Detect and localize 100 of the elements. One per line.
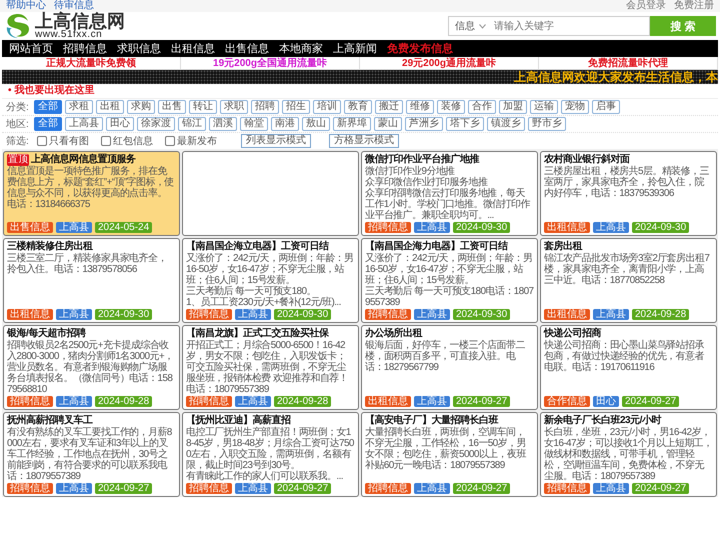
listing-card[interactable]: 抚州高薪招聘叉车工 有没有熟练的叉车工要找工作的，月薪8000左右，要求有叉车证和3年以上的叉车工作经验，工作地点在抚州，30号之前能到岗，有符合要求的可以联系我电话：18079557389 招聘信息 上高县 2024-09-27: [3, 412, 180, 497]
filter-chip[interactable]: 塔下乡: [446, 117, 484, 131]
filter-chip[interactable]: 南港: [270, 117, 299, 131]
listing-card[interactable]: 新余电子厂长白班23元/小时 长白班，坐班，23元/小时，男16-42岁，女16-47岁；可以接收1个月以上短期工，做线材和数据线，可带手机，管理轻松，空调恒温车间，免费体检，不穿无尘服。电话：18079557389 招聘信息 上高县 2024-09-27: [540, 412, 717, 497]
filter-chip[interactable]: 蒙山: [374, 117, 402, 131]
checkbox-label[interactable]: 最新发布: [176, 134, 217, 148]
filter-chip[interactable]: 新界埠: [332, 117, 371, 131]
listing-card[interactable]: 【抚州比亚迪】高薪直招 电控工厂抚州生产部直招！两班倒；女18-45岁，男18-48岁；月综合工资可达7500左右，入职交五险，需两班倒，名额有限，截止时间23号到30号。 有青睐此工作的家人们可以联系我。... 招聘信息 上高县 2024-09-27: [182, 412, 359, 497]
listing-card[interactable]: 置顶 上高信息网信息置顶服务 信息置顶是一项特色推广服务，排在免费信息上方，标题“套红”+“顶”字图标，使信息与众不同，以获得更高的点击率。电话：13184666375 出售信息 上高县 2024-05-24: [3, 151, 180, 236]
nav-link[interactable]: 免费发布信息: [382, 41, 458, 56]
filter-chip[interactable]: 徐家渡: [136, 117, 175, 131]
nav-link[interactable]: 招聘信息: [58, 41, 112, 56]
category-tag: 上高县: [56, 309, 92, 320]
date-tag: 2024-09-27: [622, 396, 680, 407]
listing-text: 又涨价了：242元/天，两班倒；年龄：男16-50岁，女16-47岁；不穿无尘服，站班；住6人间；15号发薪。: [365, 253, 534, 286]
filter-chip[interactable]: 锦江: [178, 117, 206, 131]
listing-card[interactable]: 银海/每天超市招聘 招聘收银员2名2500元+充卡提成综合收入2800-3000，猪肉分割师1名3000元+，营业员数名。有意者到银海购物广场服务台填表报名。（微信同号）电话：15879568810 招聘信息 上高县 2024-09-28: [3, 325, 180, 410]
listing-title[interactable]: 【高安电子厂】大量招聘长白班: [365, 414, 498, 427]
checkbox[interactable]: [164, 136, 175, 146]
filter-chip[interactable]: 启事: [592, 100, 620, 114]
listing-title[interactable]: 【抚州比亚迪】高薪直招: [186, 414, 290, 427]
listing-card[interactable]: 快递公司招商 快递公司招商：田心墨山菜鸟驿站招承包商，有做过快递经验的优先，有意者电联。电话：19170611916 合作信息 田心 2024-09-27: [540, 325, 717, 410]
scope-select[interactable]: 信息: [449, 19, 492, 33]
filter-chip[interactable]: 芦洲乡: [404, 117, 443, 131]
checkbox-label[interactable]: 只看有图: [48, 134, 89, 148]
category-tag: 上高县: [56, 222, 92, 233]
filter-chip[interactable]: 田心: [106, 117, 134, 131]
filter-chip[interactable]: 镇渡乡: [486, 117, 525, 131]
filter-chip[interactable]: 运输: [530, 100, 558, 114]
listing-title[interactable]: 上高信息网信息置顶服务: [31, 153, 136, 166]
filter-chip[interactable]: 翰堂: [240, 117, 268, 131]
listing-card[interactable]: 【高安电子厂】大量招聘长白班 大量招聘长白班，两班倒，空调车间，不穿无尘服，工作轻松，16一50岁，男女不限；包吃住，薪资5000以上，夜班补贴60元一晚电话：18079557389 招聘信息 上高县 2024-09-27: [361, 412, 538, 497]
filter-chip[interactable]: 求购: [126, 100, 155, 114]
filter-chip[interactable]: 全部: [34, 100, 62, 114]
category-tag: 招聘信息: [7, 396, 53, 407]
view-mode-button[interactable]: 方格显示模式: [328, 134, 399, 148]
listing-title[interactable]: 新余电子厂长白班23元/小时: [544, 414, 661, 427]
logo-name: 上高信息网: [35, 12, 125, 30]
category-tag: 上高县: [593, 483, 629, 494]
listing-title[interactable]: 农村商业银行斜对面: [544, 153, 630, 166]
date-tag: 2024-09-30: [95, 309, 152, 320]
nav-link[interactable]: 求职信息: [112, 41, 166, 56]
checkbox[interactable]: [36, 136, 47, 146]
listing-title[interactable]: 抚州高薪招聘叉车工: [7, 414, 92, 427]
filter-chip[interactable]: 维修: [406, 100, 434, 114]
filter-chip[interactable]: 敖山: [302, 117, 330, 131]
listing-title[interactable]: 【南昌龙旗】正式工交五险买社保: [186, 327, 328, 340]
category-tag: 出租信息: [7, 309, 53, 320]
listing-card[interactable]: 微信打印作业平台推广地推 微信打印作业9分地推 众享印微信作业打印服务地推 众享印招聘微信云打印服务地推，每天工作1小时。学校门口地推。微信打印作业平台推广。兼职全职均可。... 招聘信息 上高县 2024-09-30: [361, 151, 538, 236]
filter-chip[interactable]: 装修: [436, 100, 465, 114]
category-tag: 上高县: [593, 222, 629, 233]
filter-chip[interactable]: 泗溪: [208, 117, 237, 131]
logo-url: www.51fxx.cn: [35, 30, 102, 40]
listing-card[interactable]: 【南昌国企海立电器】工资可日结 又涨价了：242元/天，两班倒；年龄：男16-50岁，女16-47岁；不穿无尘服，站班；住6人间；15号发薪。 三天考勤后 每一天可预支180。 1、员工工资230元/天+餐补(12元/班)... 招聘信息 上高县 2024-09-30: [182, 238, 359, 323]
filter-chip[interactable]: 野市乡: [528, 117, 566, 131]
filter-chip[interactable]: 求租: [64, 100, 93, 114]
filter-chip[interactable]: 出租: [96, 100, 124, 114]
listing-card[interactable]: 三楼精装修住房出租 三楼三室二厅，精装修家具家电齐全，拎包入住。电话：13879578056 出租信息 上高县 2024-09-30: [3, 238, 180, 323]
listing-title[interactable]: 套房出租: [544, 240, 582, 253]
search-field[interactable]: 信息 请输入关键字: [448, 16, 650, 36]
view-mode-button[interactable]: 列表显示模式: [240, 134, 311, 148]
nav-link[interactable]: 本地商家: [274, 41, 328, 56]
nav-link[interactable]: 出售信息: [220, 41, 274, 56]
filter-chip[interactable]: 合作: [468, 100, 496, 114]
listing-title[interactable]: 银海/每天超市招聘: [7, 327, 86, 340]
listing-card[interactable]: 【南昌国企海力电器】工资可日结 又涨价了：242元/天，两班倒；年龄：男16-50岁，女16-47岁；不穿无尘服，站班；住6人间；15号发薪。 三天考勤后 每一天可预支180电话：18079557389 招聘信息 上高县 2024-09-30: [361, 238, 538, 323]
listing-title[interactable]: 三楼精装修住房出租: [7, 240, 92, 253]
filter-chip[interactable]: 上高县: [64, 117, 103, 131]
filter-chip[interactable]: 全部: [34, 117, 62, 131]
top-link[interactable]: 会员登录: [626, 0, 666, 12]
listing-text: 长白班，坐班，23元/小时，男16-42岁，女16-47岁；可以接收1个月以上短期工，做线材和数据线，可带手机，管理轻松，空调恒温车间，免费体检，不穿无尘服。电话：18079557389: [544, 427, 713, 482]
nav-link[interactable]: 出租信息: [166, 41, 220, 56]
filter-chip[interactable]: 招聘: [250, 100, 279, 114]
category-tag: 上高县: [414, 222, 450, 233]
filter-chip[interactable]: 求职: [220, 100, 248, 114]
notice-link[interactable]: • 我也要出现在这里: [8, 85, 94, 96]
listing-title[interactable]: 办公场所出租: [365, 327, 422, 340]
checkbox[interactable]: [100, 136, 111, 146]
listing-text: 三天考勤后 每一天可预支180。: [186, 286, 317, 297]
filter-chip[interactable]: 招生: [282, 100, 310, 114]
listing-title[interactable]: 微信打印作业平台推广地推: [365, 153, 479, 166]
listing-card[interactable]: 【南昌龙旗】正式工交五险买社保 开招正式工；月综合5000-6500！16-42岁，男女不限；包吃住，入职发饭卡；可交五险买社保，需两班倒，不穿无尘服坐班，报销体检费 欢迎推荐和自荐！电话：18079557389 招聘信息 上高县 2024-09-28: [182, 325, 359, 410]
listing-text: 三楼房屋出租，楼房共5层。精装修，三室两厅，家具家电齐全，拎包入住，院内好停车，电话：18379539306: [544, 166, 710, 199]
date-tag: 2024-05-24: [95, 222, 152, 233]
nav-link[interactable]: 网站首页: [4, 41, 58, 56]
listing-title[interactable]: 【南昌国企海力电器】工资可日结: [365, 240, 508, 253]
filter-chip[interactable]: 加盟: [498, 100, 527, 114]
checkbox-label[interactable]: 红包信息: [112, 134, 153, 148]
nav-link[interactable]: 上高新闻: [328, 41, 382, 56]
listing-card[interactable]: 农村商业银行斜对面 三楼房屋出租，楼房共5层。精装修，三室两厅，家具家电齐全，拎包入住，院内好停车，电话：18379539306 出租信息 上高县 2024-09-30: [540, 151, 717, 236]
filter-chip[interactable]: 搬迁: [374, 100, 403, 114]
filter-chip[interactable]: 宠物: [560, 100, 589, 114]
filter-chip[interactable]: 出售: [158, 100, 186, 114]
listing-title[interactable]: 快递公司招商: [544, 327, 601, 340]
listing-card[interactable]: 套房出租 锦江农产品批发市场旁3室2厅套房出租7楼，家具家电齐全，离青阳小学，上高三中近。电话：18770852258 出租信息 上高县 2024-09-28: [540, 238, 717, 323]
filter-chip[interactable]: 转让: [188, 100, 217, 114]
listing-title[interactable]: 【南昌国企海立电器】工资可日结: [186, 240, 328, 253]
filter-chip[interactable]: 培训: [312, 100, 341, 114]
listing-card[interactable]: 办公场所出租 银海后面，好停车，一楼三个店面带二楼，面积两百多平，可直接入驻。电话：18279567799 出租信息 上高县 2024-09-27: [361, 325, 538, 410]
filter-chip[interactable]: 教育: [344, 100, 372, 114]
